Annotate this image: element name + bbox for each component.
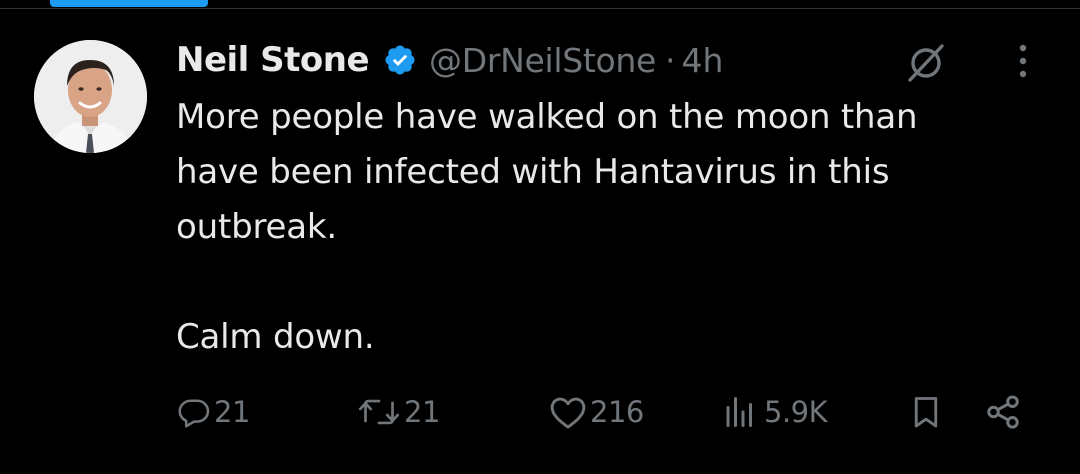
bookmark-icon (914, 397, 938, 428)
grok-icon[interactable] (904, 40, 948, 84)
post-text: More people have walked on the moon than… (176, 90, 1056, 365)
more-vertical-icon[interactable] (1008, 40, 1038, 84)
author-handle[interactable]: @DrNeilStone (429, 41, 656, 80)
like-button[interactable]: 216 (548, 388, 644, 436)
like-count: 216 (590, 395, 644, 429)
views-button[interactable]: 5.9K (722, 388, 828, 436)
verified-badge-icon (383, 43, 417, 77)
post-text-line: outbreak. (176, 207, 337, 247)
active-tab-indicator (50, 0, 208, 7)
reply-button[interactable]: 21 (176, 388, 250, 436)
post-timestamp[interactable]: 4h (682, 41, 724, 80)
views-count: 5.9K (764, 395, 828, 429)
reply-count: 21 (214, 395, 250, 429)
post-text-line: Calm down. (176, 317, 375, 357)
repost-button[interactable]: 21 (356, 388, 440, 436)
post-text-line: have been infected with Hantavirus in th… (176, 152, 890, 192)
avatar[interactable] (34, 40, 147, 153)
repost-icon (358, 399, 400, 425)
bookmark-button[interactable] (908, 388, 944, 436)
heart-icon (550, 397, 586, 429)
reply-icon (178, 399, 210, 428)
share-icon (987, 395, 1019, 429)
divider (0, 8, 1080, 9)
views-icon (726, 397, 752, 427)
author-name[interactable]: Neil Stone (176, 40, 370, 80)
separator-dot: · (665, 40, 676, 80)
post-text-line: More people have walked on the moon than (176, 97, 918, 137)
share-button[interactable] (984, 388, 1022, 436)
post-header: Neil Stone @DrNeilStone · 4h (176, 36, 723, 84)
repost-count: 21 (404, 395, 440, 429)
